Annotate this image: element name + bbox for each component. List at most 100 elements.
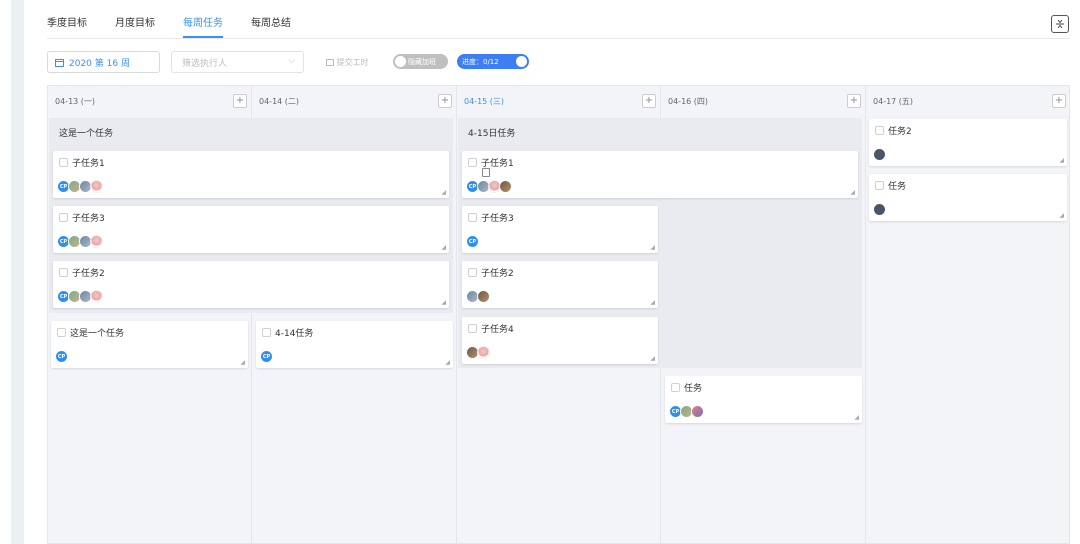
assignee-list: CP xyxy=(57,290,103,303)
resize-handle-icon[interactable]: ◢ xyxy=(1059,157,1064,164)
add-task-button[interactable]: + xyxy=(438,94,452,108)
task-checkbox[interactable] xyxy=(57,328,66,337)
task-card[interactable]: 任务 CP ◢ xyxy=(665,376,862,423)
resize-handle-icon[interactable]: ◢ xyxy=(240,359,245,366)
task-title: 子任务3 xyxy=(481,214,514,224)
avatar xyxy=(691,405,704,418)
task-title: 4-14任务 xyxy=(275,329,314,339)
calendar-icon xyxy=(55,58,64,67)
assignee-list: CP xyxy=(55,350,68,363)
avatar xyxy=(477,346,490,359)
resize-handle-icon[interactable]: ◢ xyxy=(441,189,446,196)
task-checkbox[interactable] xyxy=(468,158,477,167)
tab-bar: 季度目标 月度目标 每周任务 每周总结 xyxy=(47,16,291,40)
task-checkbox[interactable] xyxy=(468,324,477,333)
assignee-list: CP xyxy=(57,180,103,193)
resize-handle-icon[interactable]: ◢ xyxy=(445,359,450,366)
task-card[interactable]: 子任务1 CP ◢ xyxy=(53,151,449,198)
assignee-list: CP xyxy=(57,235,103,248)
task-card[interactable]: 任务 ◢ xyxy=(869,174,1067,221)
task-card[interactable]: 子任务1 CP ◢ xyxy=(462,151,858,198)
task-checkbox[interactable] xyxy=(262,328,271,337)
add-task-button[interactable]: + xyxy=(847,94,861,108)
tab-month-goals[interactable]: 月度目标 xyxy=(115,16,155,38)
assignee-list xyxy=(466,346,490,359)
note-icon xyxy=(482,168,490,177)
assignee-list: CP xyxy=(260,350,273,363)
resize-handle-icon[interactable]: ◢ xyxy=(650,355,655,362)
resize-handle-icon[interactable]: ◢ xyxy=(854,414,859,421)
resize-handle-icon[interactable]: ◢ xyxy=(650,299,655,306)
avatar: CP xyxy=(466,235,479,248)
column-header: 04-17 (五) xyxy=(873,96,914,106)
task-card[interactable]: 4-14任务 CP ◢ xyxy=(256,321,453,368)
avatar xyxy=(477,290,490,303)
tab-quarter-goals[interactable]: 季度目标 xyxy=(47,16,87,38)
assignee-list xyxy=(873,148,886,161)
resize-handle-icon[interactable]: ◢ xyxy=(850,189,855,196)
task-title: 任务2 xyxy=(888,127,912,137)
task-card[interactable]: 任务2 ◢ xyxy=(869,119,1067,166)
tabs-divider xyxy=(47,38,1070,39)
week-picker[interactable]: 2020 第 16 周 xyxy=(47,51,160,73)
tab-weekly-tasks[interactable]: 每周任务 xyxy=(183,16,223,38)
add-task-button[interactable]: + xyxy=(1052,94,1066,108)
task-card[interactable]: 子任务4 ◢ xyxy=(462,317,658,364)
week-label: 2020 第 16 周 xyxy=(69,58,130,69)
progress-label: 进度：0/12 xyxy=(462,57,499,66)
add-task-button[interactable]: + xyxy=(233,94,247,108)
task-checkbox[interactable] xyxy=(468,213,477,222)
task-card[interactable]: 这是一个任务 CP ◢ xyxy=(51,321,248,368)
task-title: 子任务4 xyxy=(481,325,514,335)
toggle-knob xyxy=(516,56,527,67)
group-title: 这是一个任务 xyxy=(59,129,114,139)
task-title: 子任务1 xyxy=(72,159,105,169)
executor-placeholder: 筛选执行人 xyxy=(182,58,228,69)
task-checkbox[interactable] xyxy=(468,268,477,277)
hide-overtime-toggle[interactable]: 隐藏加班 xyxy=(393,54,448,69)
assignee-list xyxy=(466,290,490,303)
task-title: 子任务2 xyxy=(481,269,514,279)
assignee-list: CP xyxy=(466,180,512,193)
task-card[interactable]: 子任务2 CP ◢ xyxy=(53,261,449,308)
task-title: 任务 xyxy=(684,384,703,394)
task-title: 子任务3 xyxy=(72,214,105,224)
resize-handle-icon[interactable]: ◢ xyxy=(1059,212,1064,219)
resize-handle-icon[interactable]: ◢ xyxy=(650,244,655,251)
avatar: CP xyxy=(260,350,273,363)
task-checkbox[interactable] xyxy=(671,383,680,392)
task-checkbox[interactable] xyxy=(875,181,884,190)
resize-handle-icon[interactable]: ◢ xyxy=(441,299,446,306)
submit-hours-button[interactable]: 提交工时 xyxy=(313,51,381,73)
avatar xyxy=(90,235,103,248)
task-card[interactable]: 子任务2 ◢ xyxy=(462,261,658,308)
avatar xyxy=(873,148,886,161)
task-title: 任务 xyxy=(888,182,907,192)
task-checkbox[interactable] xyxy=(59,158,68,167)
assignee-list: CP xyxy=(466,235,479,248)
column-header: 04-16 (四) xyxy=(668,96,709,106)
assignee-list: CP xyxy=(669,405,704,418)
task-checkbox[interactable] xyxy=(875,126,884,135)
avatar xyxy=(90,180,103,193)
avatar xyxy=(90,290,103,303)
progress-toggle[interactable]: 进度：0/12 xyxy=(457,54,529,69)
avatar xyxy=(499,180,512,193)
hide-overtime-label: 隐藏加班 xyxy=(408,57,436,66)
collapse-icon[interactable] xyxy=(1051,15,1069,33)
task-checkbox[interactable] xyxy=(59,268,68,277)
task-checkbox[interactable] xyxy=(59,213,68,222)
column-header: 04-13 (一) xyxy=(55,96,96,106)
assignee-list xyxy=(873,203,886,216)
week-board: 04-13 (一) + 04-14 (二) + 04-15 (三) + 04-1… xyxy=(47,85,1070,544)
avatar xyxy=(873,203,886,216)
column-header: 04-15 (三) xyxy=(464,96,505,106)
task-card[interactable]: 子任务3 CP ◢ xyxy=(462,206,658,253)
task-card[interactable]: 子任务3 CP ◢ xyxy=(53,206,449,253)
resize-handle-icon[interactable]: ◢ xyxy=(441,244,446,251)
add-task-button[interactable]: + xyxy=(642,94,656,108)
tab-weekly-summary[interactable]: 每周总结 xyxy=(251,16,291,38)
avatar: CP xyxy=(55,350,68,363)
toggle-knob xyxy=(395,56,406,67)
executor-select[interactable]: 筛选执行人 ⌵ xyxy=(171,51,304,73)
